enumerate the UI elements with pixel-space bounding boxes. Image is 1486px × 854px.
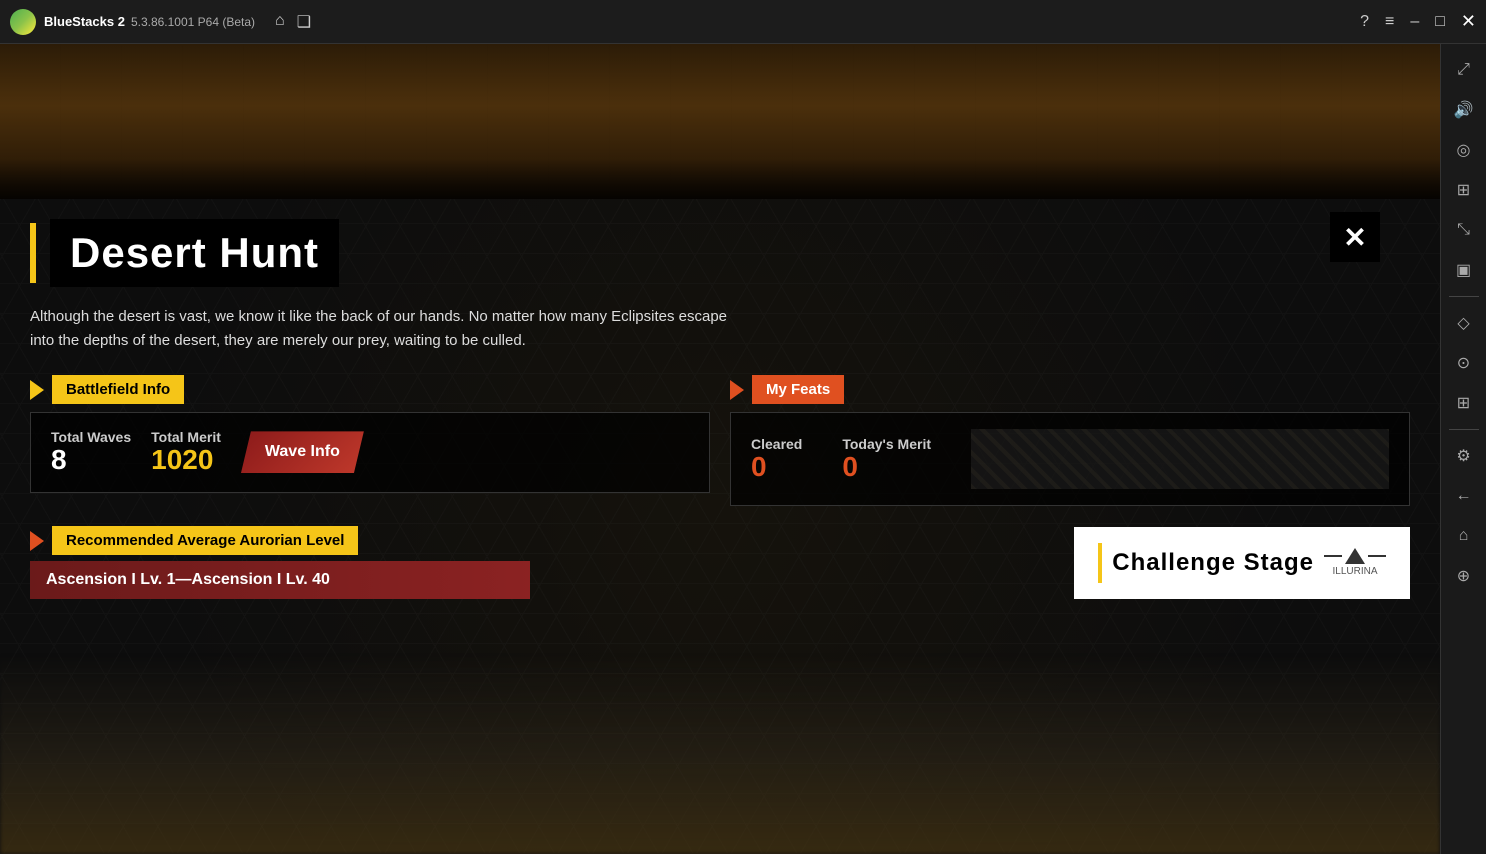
total-waves-value: 8 <box>51 445 131 476</box>
window-controls: ? ≡ – □ ✕ <box>1360 11 1476 32</box>
rec-arrow-icon <box>30 531 44 551</box>
windows-icon[interactable]: ❑ <box>297 12 311 32</box>
recommended-left: Recommended Average Aurorian Level Ascen… <box>30 526 1054 599</box>
title-background: Desert Hunt <box>50 219 339 287</box>
sidebar-circle-icon[interactable]: ⊙ <box>1446 345 1482 381</box>
my-feats-header: My Feats <box>730 375 1410 404</box>
app-name: BlueStacks 2 <box>44 14 125 29</box>
home-icon[interactable]: ⌂ <box>275 12 285 32</box>
main-area: ✕ Desert Hunt Although the desert is vas… <box>0 44 1440 854</box>
window-close-button[interactable]: ✕ <box>1461 11 1476 32</box>
challenge-stage-label: Challenge Stage <box>1112 549 1314 577</box>
sidebar-settings-icon[interactable]: ⚙ <box>1446 438 1482 474</box>
todays-merit-value: 0 <box>842 452 931 483</box>
total-merit-label: Total Merit <box>151 429 221 445</box>
battlefield-info-label: Battlefield Info <box>52 375 184 404</box>
wave-info-button[interactable]: Wave Info <box>241 431 364 473</box>
nav-icons: ⌂ ❑ <box>275 12 311 32</box>
sidebar-sound-icon[interactable]: 🔊 <box>1446 92 1482 128</box>
right-column: My Feats Cleared 0 Today's Merit 0 <box>730 375 1410 506</box>
recommended-section: Recommended Average Aurorian Level Ascen… <box>30 526 1410 599</box>
title-accent-bar <box>30 223 36 283</box>
battlefield-info-header: Battlefield Info <box>30 375 710 404</box>
right-sidebar: ⤢ 🔊 ◎ ⊞ ⤡ ▣ ◇ ⊙ ⊞ ⚙ ← ⌂ ⊕ <box>1440 44 1486 854</box>
sidebar-divider-1 <box>1449 296 1479 297</box>
game-description: Although the desert is vast, we know it … <box>30 305 730 353</box>
cleared-group: Cleared 0 <box>751 436 802 483</box>
sidebar-layers-icon[interactable]: ▣ <box>1446 252 1482 288</box>
sidebar-back-icon[interactable]: ← <box>1446 478 1482 514</box>
total-waves-group: Total Waves 8 <box>51 429 131 476</box>
total-merit-group: Total Merit 1020 <box>151 429 221 476</box>
top-background <box>0 44 1440 199</box>
total-waves-label: Total Waves <box>51 429 131 445</box>
challenge-stage-button[interactable]: Challenge Stage ILLURINA <box>1074 527 1410 599</box>
todays-merit-group: Today's Merit 0 <box>842 436 931 483</box>
game-title: Desert Hunt <box>70 229 319 276</box>
challenge-accent-bar <box>1098 543 1102 583</box>
rec-level-label: Recommended Average Aurorian Level <box>52 526 358 555</box>
app-version: 5.3.86.1001 P64 (Beta) <box>131 15 255 29</box>
feats-info-box: Cleared 0 Today's Merit 0 <box>730 412 1410 506</box>
sidebar-diamond-icon[interactable]: ◇ <box>1446 305 1482 341</box>
todays-merit-label: Today's Merit <box>842 436 931 452</box>
help-icon[interactable]: ? <box>1360 13 1369 31</box>
sidebar-expand-icon[interactable]: ⤢ <box>1446 52 1482 88</box>
cleared-value: 0 <box>751 452 802 483</box>
sidebar-home-icon[interactable]: ⌂ <box>1446 518 1482 554</box>
challenge-logo-text: ILLURINA <box>1332 566 1377 577</box>
battlefield-info-box: Total Waves 8 Total Merit 1020 Wave Info <box>30 412 710 493</box>
game-close-button[interactable]: ✕ <box>1330 212 1380 262</box>
sidebar-plus-icon[interactable]: ⊕ <box>1446 558 1482 594</box>
titlebar: BlueStacks 2 5.3.86.1001 P64 (Beta) ⌂ ❑ … <box>0 0 1486 44</box>
my-feats-arrow-icon <box>730 380 744 400</box>
sidebar-grid-icon[interactable]: ⊞ <box>1446 172 1482 208</box>
bluestacks-logo <box>10 9 36 35</box>
content-panel: Desert Hunt Although the desert is vast,… <box>0 199 1440 854</box>
maximize-button[interactable]: □ <box>1435 13 1445 31</box>
my-feats-label: My Feats <box>752 375 844 404</box>
rec-header: Recommended Average Aurorian Level <box>30 526 1054 555</box>
sidebar-divider-2 <box>1449 429 1479 430</box>
rec-level-range: Ascension I Lv. 1—Ascension I Lv. 40 <box>30 561 530 599</box>
cleared-label: Cleared <box>751 436 802 452</box>
sidebar-apps-icon[interactable]: ⊞ <box>1446 385 1482 421</box>
sidebar-target-icon[interactable]: ◎ <box>1446 132 1482 168</box>
menu-icon[interactable]: ≡ <box>1385 13 1394 31</box>
title-section: Desert Hunt <box>30 219 1410 287</box>
minimize-button[interactable]: – <box>1410 13 1419 31</box>
battlefield-arrow-icon <box>30 380 44 400</box>
total-merit-value: 1020 <box>151 445 221 476</box>
sidebar-resize-icon[interactable]: ⤡ <box>1446 212 1482 248</box>
left-column: Battlefield Info Total Waves 8 Total Mer… <box>30 375 710 506</box>
info-columns: Battlefield Info Total Waves 8 Total Mer… <box>30 375 1410 506</box>
